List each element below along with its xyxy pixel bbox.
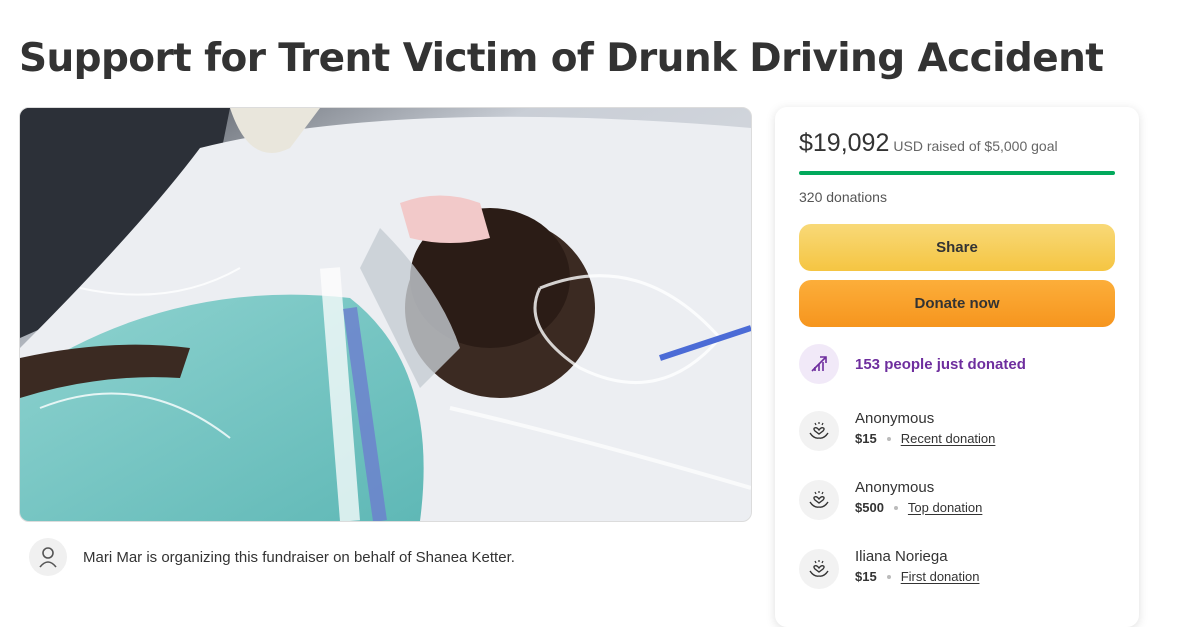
person-icon xyxy=(29,538,67,576)
donor-amount: $500 xyxy=(855,500,884,515)
heart-hands-icon xyxy=(799,549,839,589)
hero-photo-illustration xyxy=(20,108,751,521)
donate-now-button[interactable]: Donate now xyxy=(799,280,1115,327)
raised-summary: $19,092 USD raised of $5,000 goal xyxy=(799,129,1058,158)
organizer-text: Mari Mar is organizing this fundraiser o… xyxy=(83,548,515,566)
top-donation-link[interactable]: Top donation xyxy=(908,500,982,515)
donation-card: $19,092 USD raised of $5,000 goal 320 don… xyxy=(775,107,1139,627)
donor-amount: $15 xyxy=(855,431,877,446)
trending-text: 153 people just donated xyxy=(855,355,1026,373)
page-title: Support for Trent Victim of Drunk Drivin… xyxy=(19,36,1104,81)
first-donation-link[interactable]: First donation xyxy=(901,569,980,584)
share-button[interactable]: Share xyxy=(799,224,1115,271)
progress-fill xyxy=(799,171,1115,175)
donor-amount: $15 xyxy=(855,569,877,584)
donor-item: Iliana Noriega $15 First donation xyxy=(799,547,979,589)
heart-hands-icon xyxy=(799,480,839,520)
donor-item: Anonymous $15 Recent donation xyxy=(799,409,995,451)
donor-name: Anonymous xyxy=(855,479,935,496)
donations-count: 320 donations xyxy=(799,189,887,205)
trending-donations: 153 people just donated xyxy=(799,344,1026,384)
recent-donation-link[interactable]: Recent donation xyxy=(901,431,996,446)
separator-dot xyxy=(886,574,891,579)
donor-name: Iliana Noriega xyxy=(855,548,948,565)
raised-goal-label: USD raised of $5,000 goal xyxy=(893,138,1058,154)
separator-dot xyxy=(886,436,891,441)
donor-name: Anonymous xyxy=(855,410,935,427)
separator-dot xyxy=(893,505,898,510)
organizer-row: Mari Mar is organizing this fundraiser o… xyxy=(29,538,515,576)
donor-item: Anonymous $500 Top donation xyxy=(799,478,982,520)
heart-hands-icon xyxy=(799,411,839,451)
trending-icon xyxy=(799,344,839,384)
progress-bar xyxy=(799,171,1115,175)
hero-photo[interactable] xyxy=(19,107,752,522)
raised-amount: $19,092 xyxy=(799,129,890,157)
